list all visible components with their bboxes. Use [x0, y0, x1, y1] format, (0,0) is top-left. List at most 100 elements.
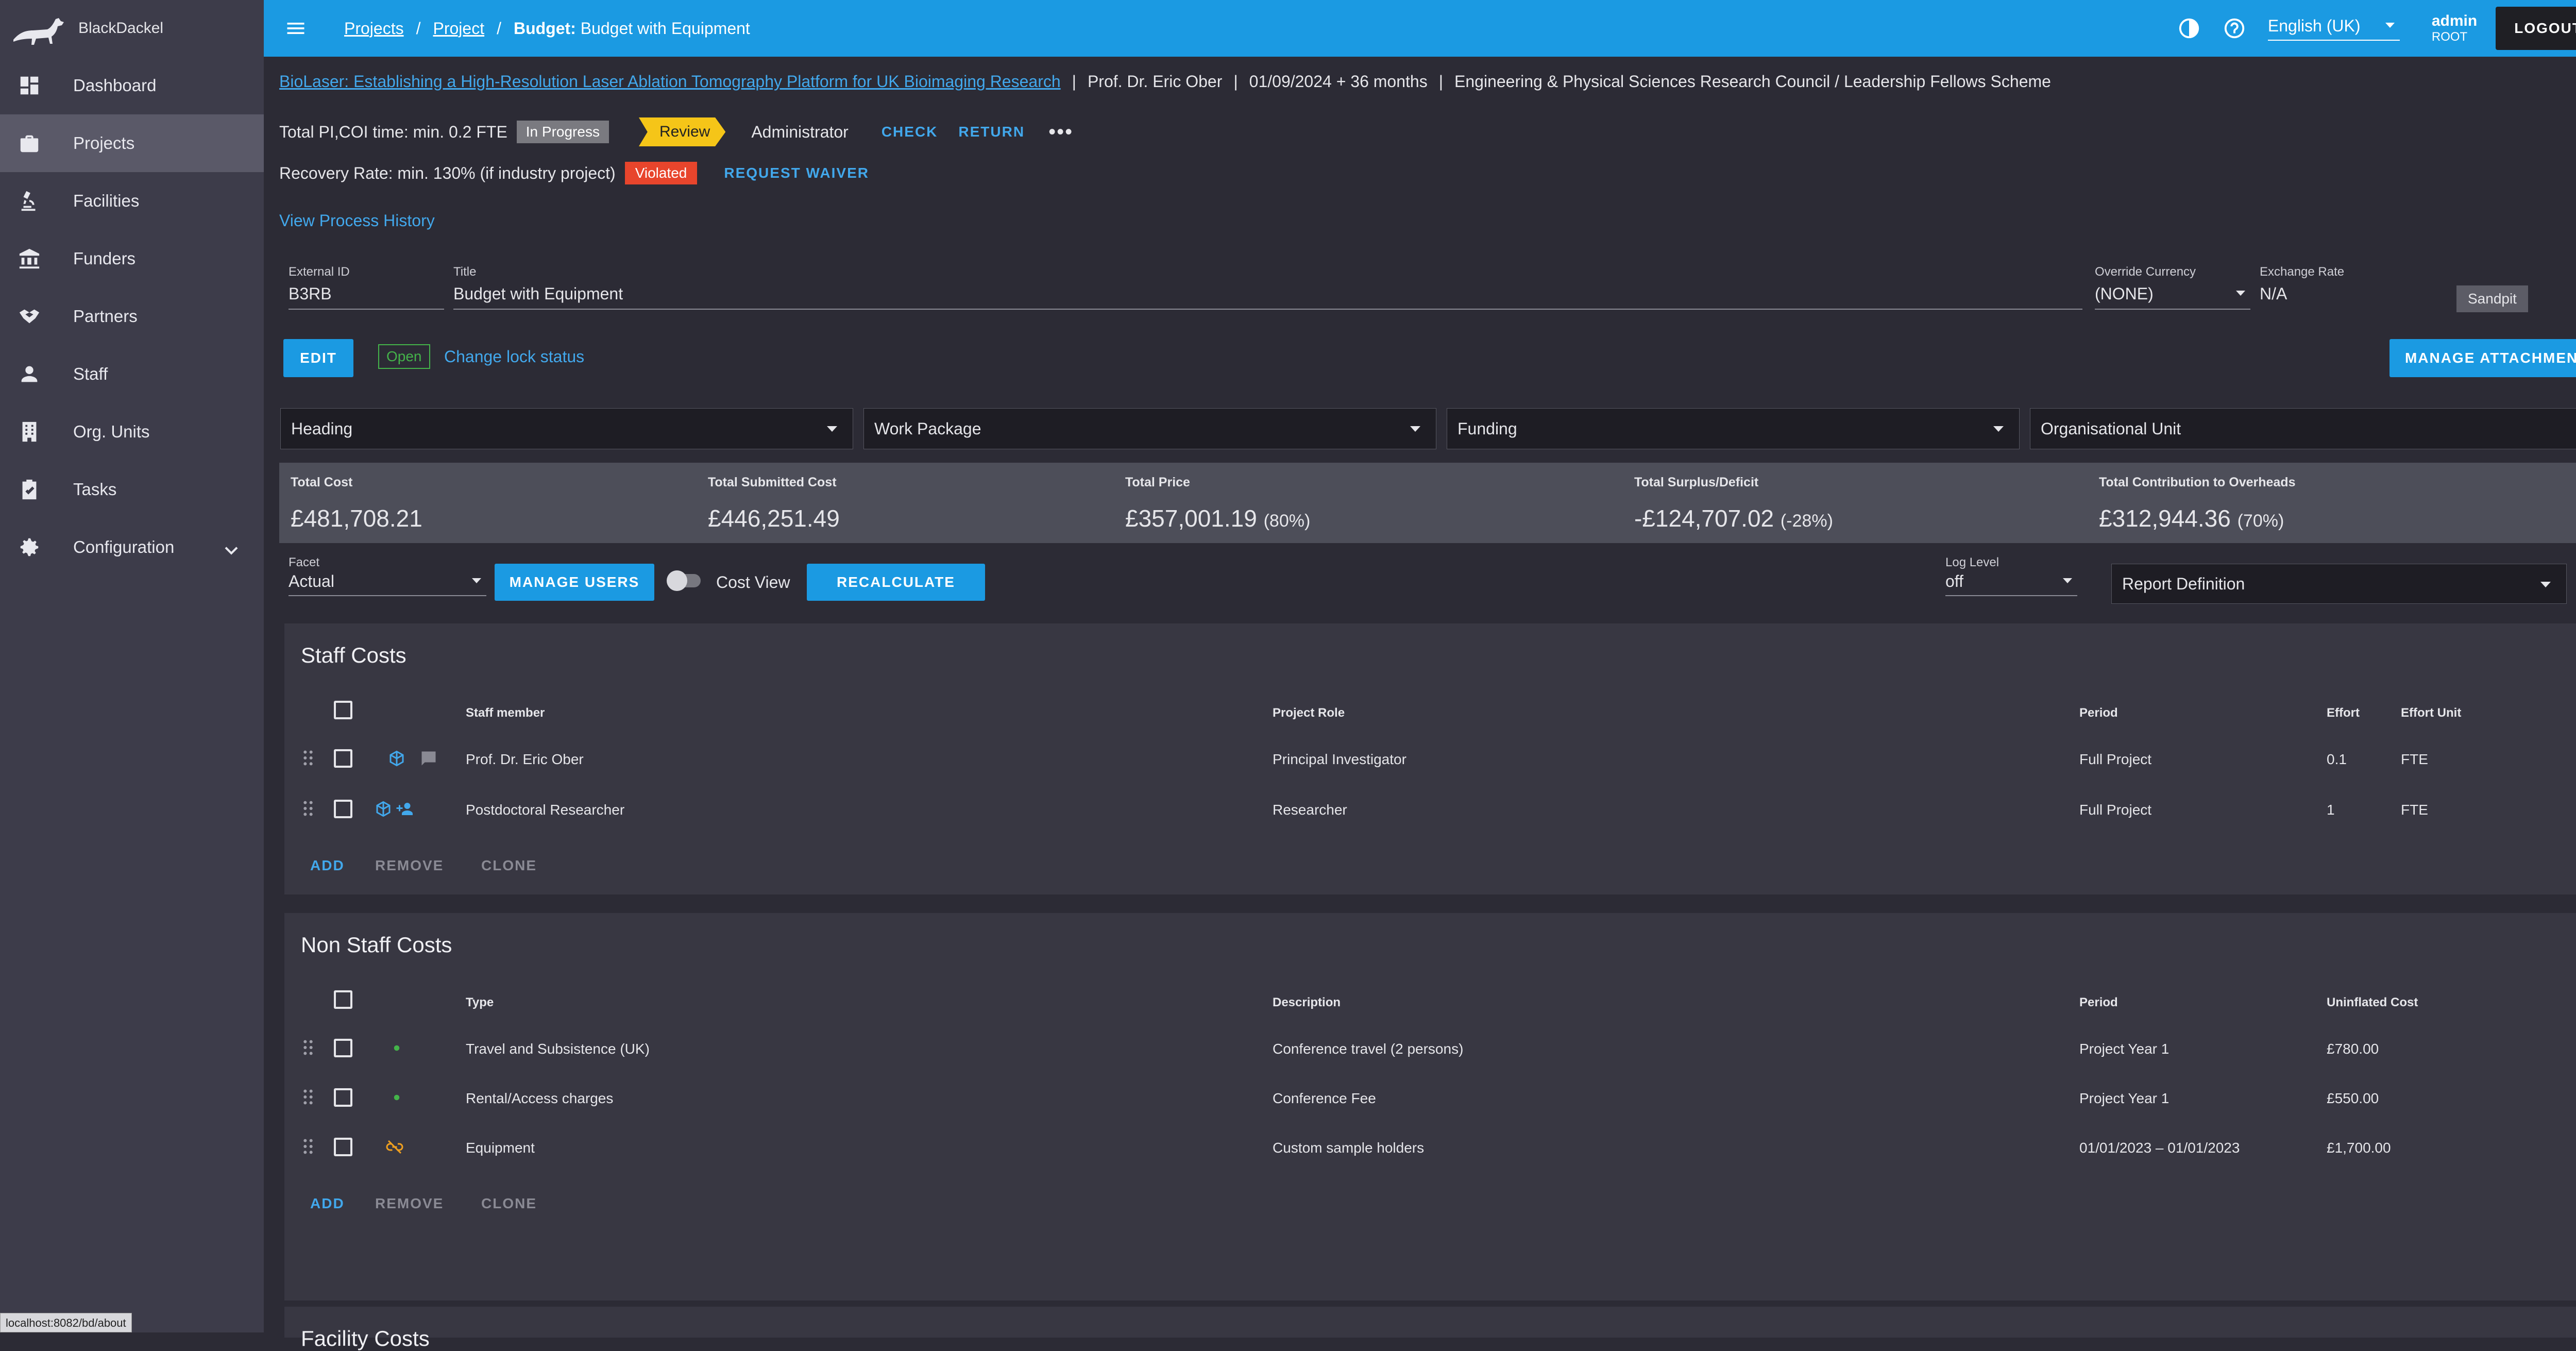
- cost-view-label: Cost View: [716, 573, 790, 592]
- status-bar-url: localhost:8082/bd/about: [0, 1313, 132, 1332]
- menu-icon[interactable]: [284, 17, 307, 40]
- project-title-link[interactable]: BioLaser: Establishing a High-Resolution…: [279, 72, 1061, 91]
- total-percent: (80%): [1263, 511, 1311, 531]
- total-label: Total Contribution to Overheads: [2099, 475, 2296, 489]
- row-checkbox[interactable]: [334, 749, 352, 768]
- dropdown-arrow-icon: [2236, 291, 2245, 296]
- cell-effort: 1: [2327, 802, 2335, 818]
- workflow-role-label: Administrator: [751, 122, 849, 141]
- non-staff-remove-button[interactable]: REMOVE: [375, 1195, 444, 1212]
- user-role: ROOT: [2431, 30, 2468, 44]
- toggle-knob: [667, 570, 687, 591]
- staff-costs-title: Staff Costs: [301, 643, 406, 667]
- change-lock-status-link[interactable]: Change lock status: [444, 347, 584, 366]
- row-checkbox[interactable]: [334, 1088, 352, 1107]
- cost-view-toggle[interactable]: [667, 570, 701, 591]
- row-checkbox[interactable]: [334, 800, 352, 818]
- breadcrumb-project-link[interactable]: Project: [433, 19, 484, 38]
- manage-attachments-button[interactable]: MANAGE ATTACHMENTS: [2389, 339, 2576, 377]
- drag-handle-icon[interactable]: [302, 749, 314, 767]
- total-label: Total Submitted Cost: [708, 475, 837, 489]
- check-button[interactable]: CHECK: [882, 124, 938, 140]
- cell-description: Custom sample holders: [1273, 1140, 1425, 1156]
- link-off-icon[interactable]: [385, 1138, 404, 1156]
- logout-button[interactable]: LOGOUT: [2496, 7, 2576, 50]
- heading-select[interactable]: Heading: [280, 408, 853, 449]
- total-label: Total Surplus/Deficit: [1634, 475, 1759, 489]
- row-checkbox[interactable]: [334, 1138, 352, 1156]
- budget-totals-bar: Total Cost £481,708.21 Total Submitted C…: [279, 463, 2576, 543]
- drag-handle-icon[interactable]: [302, 1138, 314, 1155]
- drag-handle-icon[interactable]: [302, 1039, 314, 1056]
- non-staff-costs-card: Non Staff Costs Type Description Period …: [284, 913, 2576, 1301]
- view-process-history-link[interactable]: View Process History: [279, 211, 435, 230]
- comment-icon[interactable]: [419, 749, 438, 768]
- cell-period: Project Year 1: [2079, 1041, 2170, 1057]
- sidebar-item-funders[interactable]: Funders: [0, 230, 264, 288]
- sidebar-item-org-units[interactable]: Org. Units: [0, 403, 264, 461]
- dropdown-arrow-icon: [2540, 582, 2551, 587]
- cube-icon[interactable]: [374, 800, 393, 818]
- sidebar-item-dashboard[interactable]: Dashboard: [0, 57, 264, 114]
- total-percent: (-28%): [1780, 511, 1833, 531]
- total-value: -£124,707.02: [1634, 505, 1774, 532]
- in-progress-badge: In Progress: [516, 121, 609, 143]
- person-add-icon[interactable]: [396, 800, 414, 818]
- funding-select[interactable]: Funding: [1447, 408, 2020, 449]
- title-field[interactable]: Title Budget with Equipment: [453, 265, 2082, 310]
- non-staff-add-button[interactable]: ADD: [310, 1195, 345, 1212]
- language-value: English (UK): [2267, 16, 2361, 35]
- column-header-period: Period: [2079, 706, 2118, 720]
- sidebar-item-tasks[interactable]: Tasks: [0, 461, 264, 518]
- brand[interactable]: BlackDackel: [0, 0, 264, 57]
- person-icon: [21, 366, 38, 382]
- return-button[interactable]: RETURN: [958, 124, 1025, 140]
- facet-select[interactable]: Facet Actual: [289, 555, 486, 596]
- help-icon[interactable]: [2223, 16, 2246, 40]
- sidebar-item-partners[interactable]: Partners: [0, 288, 264, 345]
- select-all-checkbox[interactable]: [334, 990, 352, 1009]
- drag-handle-icon[interactable]: [302, 1088, 314, 1106]
- staff-add-button[interactable]: ADD: [310, 857, 345, 874]
- language-select[interactable]: English (UK): [2267, 16, 2400, 41]
- sidebar-item-projects[interactable]: Projects: [0, 114, 264, 172]
- dropdown-arrow-icon: [472, 578, 481, 583]
- breadcrumb-budget-name: Budget with Equipment: [580, 19, 750, 38]
- manage-users-button[interactable]: MANAGE USERS: [495, 564, 654, 601]
- more-options-icon[interactable]: •••: [1048, 121, 1073, 144]
- facility-costs-title: Facility Costs: [301, 1326, 430, 1350]
- non-staff-clone-button[interactable]: CLONE: [481, 1195, 537, 1212]
- log-level-select[interactable]: Log Level off: [1945, 555, 2077, 596]
- sidebar-item-facilities[interactable]: Facilities: [0, 172, 264, 230]
- total-value: £481,708.21: [291, 505, 422, 532]
- work-package-select[interactable]: Work Package: [863, 408, 1436, 449]
- org-unit-select[interactable]: Organisational Unit: [2030, 408, 2576, 449]
- sandpit-button[interactable]: Sandpit: [2456, 285, 2528, 312]
- recalculate-button[interactable]: RECALCULATE: [807, 564, 985, 601]
- edit-button[interactable]: EDIT: [283, 339, 353, 377]
- breadcrumb-projects-link[interactable]: Projects: [344, 19, 404, 38]
- user-name: admin: [2431, 12, 2478, 29]
- non-staff-costs-title: Non Staff Costs: [301, 933, 452, 957]
- cell-project-role: Principal Investigator: [1273, 751, 1406, 767]
- dropdown-arrow-icon: [2063, 578, 2072, 583]
- column-header-staff-member: Staff member: [466, 706, 545, 720]
- sidebar-item-label: Funders: [73, 249, 136, 268]
- sidebar-item-configuration[interactable]: Configuration: [0, 518, 264, 576]
- override-currency-select[interactable]: Override Currency (NONE): [2095, 265, 2250, 310]
- report-definition-select[interactable]: Report Definition: [2111, 564, 2567, 604]
- theme-contrast-icon[interactable]: [2177, 16, 2201, 40]
- sidebar-item-label: Tasks: [73, 480, 117, 499]
- select-all-checkbox[interactable]: [334, 701, 352, 719]
- staff-remove-button[interactable]: REMOVE: [375, 857, 444, 874]
- exchange-rate-field[interactable]: Exchange Rate N/A: [2260, 265, 2415, 309]
- sidebar-item-staff[interactable]: Staff: [0, 345, 264, 403]
- staff-clone-button[interactable]: CLONE: [481, 857, 537, 874]
- drag-handle-icon[interactable]: [302, 800, 314, 817]
- request-waiver-button[interactable]: REQUEST WAIVER: [724, 165, 869, 181]
- bank-icon: [19, 248, 40, 269]
- external-id-field[interactable]: External ID B3RB: [289, 265, 444, 310]
- chevron-down-icon: [225, 547, 238, 555]
- row-checkbox[interactable]: [334, 1039, 352, 1057]
- cube-icon[interactable]: [387, 749, 406, 768]
